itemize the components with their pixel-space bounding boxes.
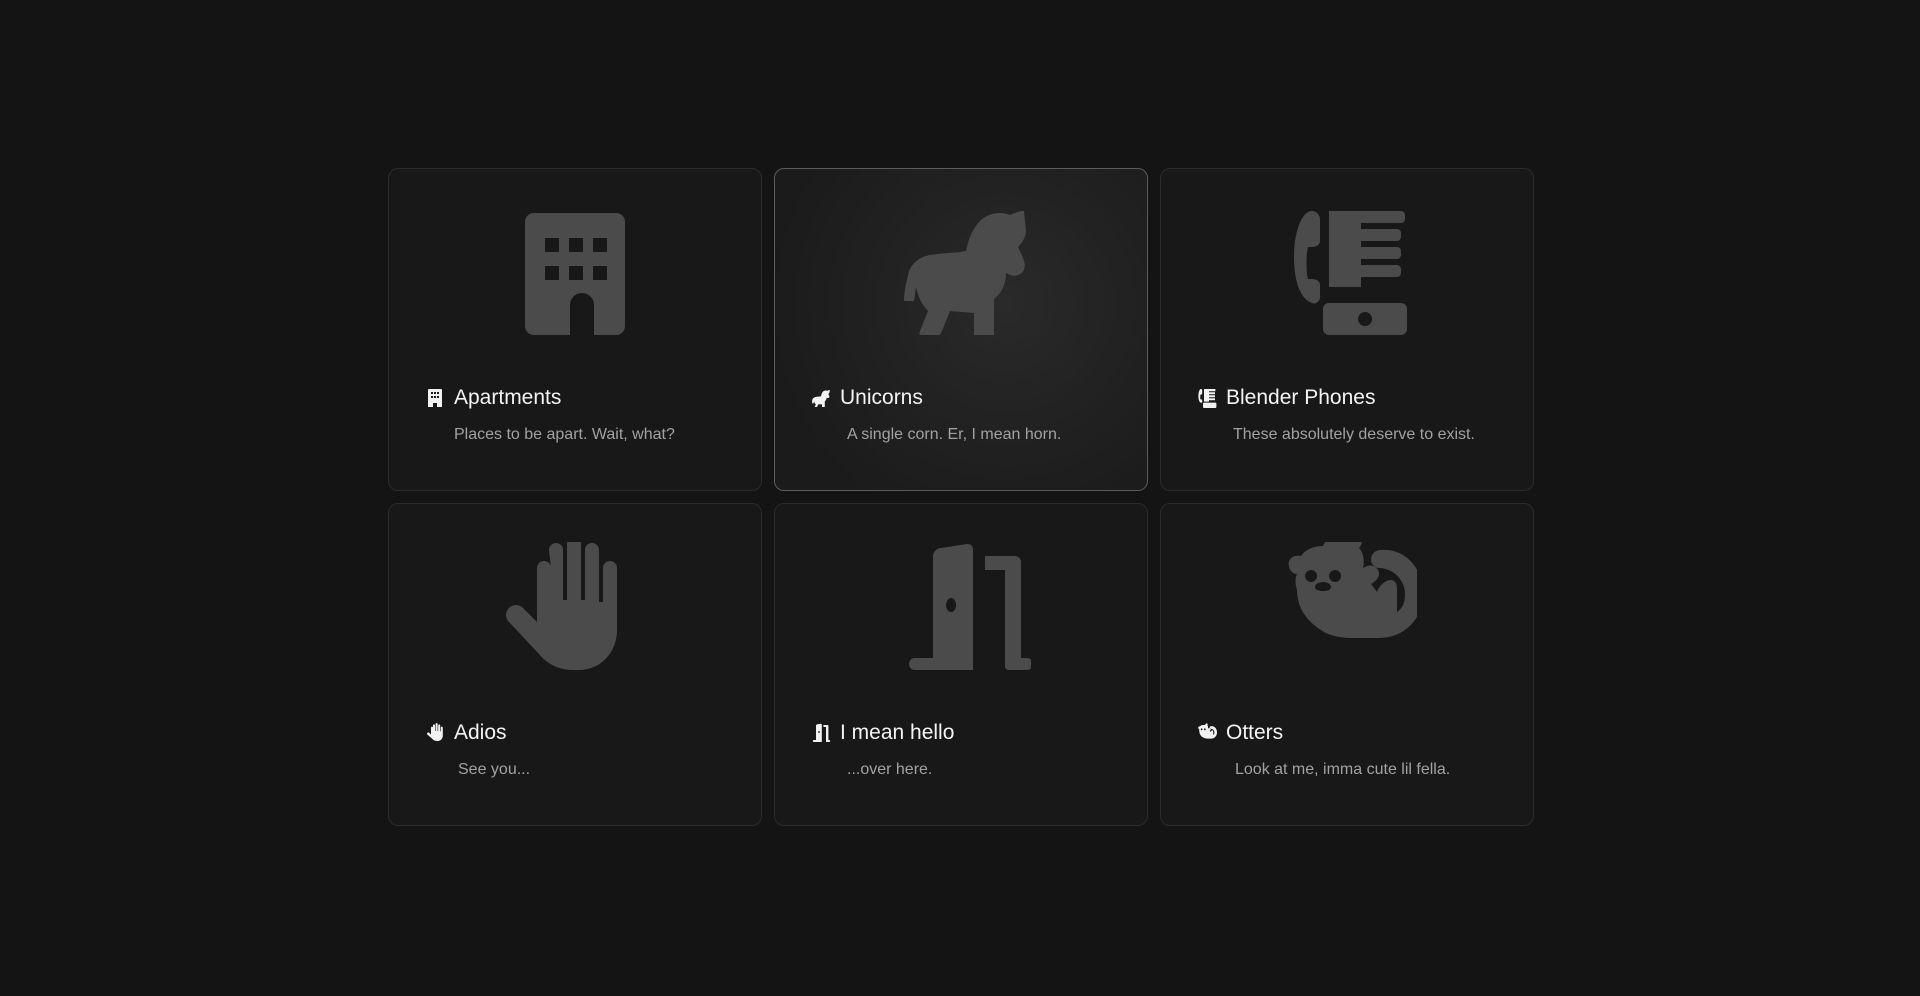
door-open-icon xyxy=(891,542,1031,670)
card-label-row: Apartments xyxy=(425,386,561,410)
card-title: Otters xyxy=(1226,721,1284,744)
horse-icon xyxy=(891,207,1031,335)
horse-icon xyxy=(811,388,831,408)
card-label-row: Adios xyxy=(425,721,507,745)
card-description: A single corn. Er, I mean horn. xyxy=(847,426,1062,443)
otter-icon xyxy=(1277,542,1417,670)
card-label-row: I mean hello xyxy=(811,721,954,745)
building-icon xyxy=(425,388,445,408)
blender-phone-icon xyxy=(1197,388,1217,408)
otter-icon xyxy=(1197,723,1217,743)
card-description: Places to be apart. Wait, what? xyxy=(454,426,675,443)
card-label-row: Blender Phones xyxy=(1197,386,1375,410)
card-i-mean-hello[interactable]: I mean hello ...over here. xyxy=(774,503,1148,826)
card-title: Blender Phones xyxy=(1226,386,1376,409)
card-description: Look at me, imma cute lil fella. xyxy=(1235,761,1451,778)
hand-icon xyxy=(505,542,645,670)
door-open-icon xyxy=(811,723,831,743)
card-blender-phones[interactable]: Blender Phones These absolutely deserve … xyxy=(1160,168,1534,491)
card-description: ...over here. xyxy=(847,761,933,778)
card-title: Unicorns xyxy=(840,386,923,409)
card-title: Adios xyxy=(454,721,507,744)
card-grid: Apartments Places to be apart. Wait, wha… xyxy=(388,168,1534,826)
card-title: I mean hello xyxy=(840,721,955,744)
card-otters[interactable]: Otters Look at me, imma cute lil fella. xyxy=(1160,503,1534,826)
card-apartments[interactable]: Apartments Places to be apart. Wait, wha… xyxy=(388,168,762,491)
card-label-row: Otters xyxy=(1197,721,1283,745)
card-description: See you... xyxy=(458,761,531,778)
card-title: Apartments xyxy=(454,386,562,409)
hand-icon xyxy=(425,723,445,743)
card-label-row: Unicorns xyxy=(811,386,923,410)
blender-phone-icon xyxy=(1277,207,1417,335)
card-description: These absolutely deserve to exist. xyxy=(1233,426,1475,443)
card-unicorns[interactable]: Unicorns A single corn. Er, I mean horn. xyxy=(774,168,1148,491)
card-adios[interactable]: Adios See you... xyxy=(388,503,762,826)
building-icon xyxy=(505,207,645,335)
